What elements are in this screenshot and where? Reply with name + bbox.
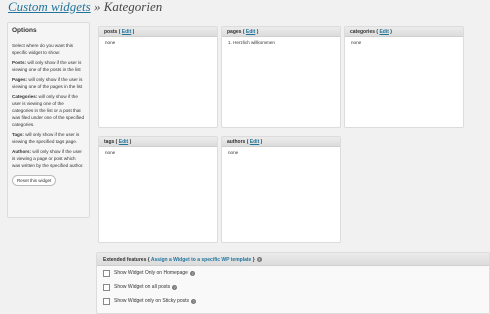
options-intro: Select where do you want this specific w… — [12, 43, 74, 55]
authors-panel: authors ( Edit ) none — [221, 136, 341, 243]
page-title: Custom widgets » Kategorien — [8, 0, 162, 15]
extended-features-panel: Extended features { Assign a Widget to a… — [96, 252, 490, 314]
posts-panel-content: none — [105, 40, 116, 45]
option-row-homepage[interactable]: Show Widget Only on Homepage? — [97, 266, 489, 280]
authors-panel-header: authors ( Edit ) — [222, 137, 340, 147]
posts-panel-header: posts ( Edit ) — [99, 27, 217, 37]
option-description-posts: Posts: will only show if the user is vie… — [12, 60, 82, 72]
categories-panel-content: none — [351, 40, 362, 45]
pages-panel: pages ( Edit ) 1. Herzlich willkommen — [221, 26, 341, 128]
option-description-tags: Tags: will only show if the user is view… — [12, 132, 80, 144]
help-icon[interactable]: ? — [191, 298, 197, 304]
option-row-all-posts[interactable]: Show Widget on all posts? — [97, 280, 489, 294]
tags-panel-content: none — [105, 150, 116, 155]
tags-panel-header: tags ( Edit ) — [99, 137, 217, 147]
tags-edit-link[interactable]: Edit — [119, 139, 128, 145]
posts-panel: posts ( Edit ) none — [98, 26, 218, 128]
options-body: Select where do you want this specific w… — [8, 39, 89, 189]
posts-edit-link[interactable]: Edit — [122, 29, 131, 35]
option-description-pages: Pages: will only show if the user is vie… — [12, 77, 83, 89]
reset-widget-button[interactable]: Reset this widget — [12, 175, 57, 186]
options-title: Options — [12, 27, 37, 34]
pages-panel-content: 1. Herzlich willkommen — [228, 40, 275, 45]
option-description-authors: Authors: will only show if the user is v… — [12, 149, 84, 168]
homepage-checkbox[interactable] — [103, 269, 110, 277]
option-description-categories: Categories: will only show if the user i… — [12, 94, 85, 127]
custom-widgets-link[interactable]: Custom widgets — [8, 0, 91, 14]
sticky-posts-checkbox[interactable] — [103, 297, 110, 305]
option-row-sticky-posts[interactable]: Show Widget only on Sticky posts? — [97, 294, 489, 308]
sticky-posts-option-label: Show Widget only on Sticky posts — [114, 298, 190, 304]
all-posts-checkbox[interactable] — [103, 283, 110, 291]
pages-edit-link[interactable]: Edit — [246, 29, 255, 35]
categories-panel-header: categories ( Edit ) — [345, 27, 463, 37]
options-sidebar: Options Select where do you want this sp… — [7, 22, 90, 218]
all-posts-option-label: Show Widget on all posts — [114, 284, 171, 290]
authors-edit-link[interactable]: Edit — [250, 139, 259, 145]
pages-panel-header: pages ( Edit ) — [222, 27, 340, 37]
authors-panel-content: none — [228, 150, 239, 155]
categories-panel: categories ( Edit ) none — [344, 26, 464, 128]
homepage-option-label: Show Widget Only on Homepage — [114, 270, 188, 276]
assign-template-link[interactable]: Assign a Widget to a specific WP templat… — [151, 257, 251, 263]
categories-edit-link[interactable]: Edit — [379, 29, 388, 35]
help-icon[interactable]: ? — [189, 270, 195, 276]
help-icon[interactable]: ? — [172, 284, 178, 290]
page-title-rest: » Kategorien — [90, 0, 163, 14]
tags-panel: tags ( Edit ) none — [98, 136, 218, 243]
extended-features-header: Extended features { Assign a Widget to a… — [97, 253, 489, 266]
help-icon[interactable]: ? — [256, 257, 262, 262]
